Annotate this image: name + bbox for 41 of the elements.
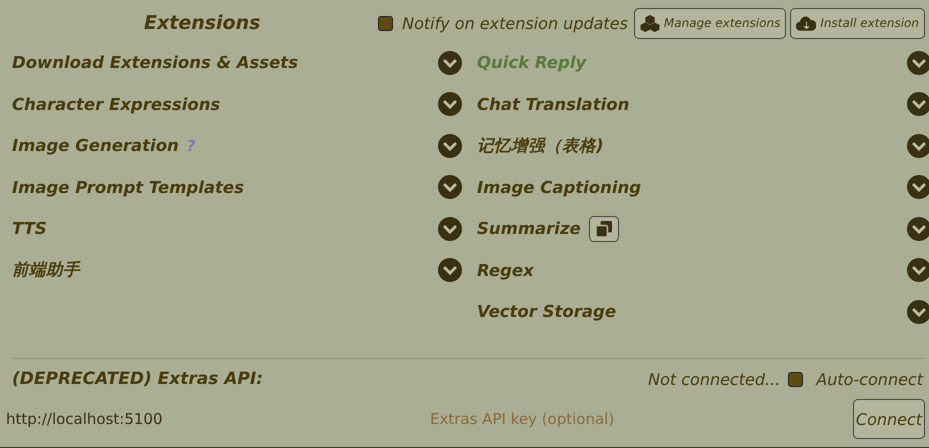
chevron-icon[interactable] xyxy=(438,50,462,75)
extension-title[interactable]: Image Captioning xyxy=(477,178,642,197)
extension-title[interactable]: Vector Storage xyxy=(477,302,616,322)
notify-label: Notify on extension updates xyxy=(402,14,628,32)
auto-connect-label: Auto-connect xyxy=(816,370,923,388)
chevron-icon[interactable] xyxy=(438,92,462,116)
connect-button[interactable]: Connect xyxy=(853,399,925,439)
panel-title: Extensions xyxy=(144,12,260,34)
chevron-icon[interactable] xyxy=(907,216,929,241)
install-extension-button[interactable]: Install extension xyxy=(790,8,925,38)
extension-title[interactable]: TTS xyxy=(12,219,47,238)
cubes-icon xyxy=(640,14,660,32)
extension-title[interactable]: Chat Translation xyxy=(477,94,630,114)
manage-extensions-button[interactable]: Manage extensions xyxy=(634,8,786,38)
chevron-icon[interactable] xyxy=(907,175,929,200)
extension-title[interactable]: Image Prompt Templates xyxy=(12,178,244,197)
extension-title[interactable]: Image Generation xyxy=(12,136,179,156)
url-field[interactable]: http://localhost:5100 xyxy=(6,403,428,435)
extension-title[interactable]: Character Expressions xyxy=(12,94,220,114)
extension-title[interactable]: Regex xyxy=(477,260,534,280)
chevron-icon[interactable] xyxy=(438,134,462,158)
extras-title: (DEPRECATED) Extras API: xyxy=(12,369,264,389)
checkbox[interactable] xyxy=(378,16,394,30)
windows-icon xyxy=(596,220,612,237)
chevron-icon[interactable] xyxy=(907,134,929,158)
extension-title[interactable]: Summarize xyxy=(477,219,581,238)
extension-title[interactable]: Download Extensions & Assets xyxy=(12,53,298,72)
chevron-icon[interactable] xyxy=(438,258,462,282)
chevron-icon[interactable] xyxy=(438,216,462,241)
extension-title[interactable]: 记忆增强（表格) xyxy=(477,134,604,157)
chevron-icon[interactable] xyxy=(907,300,929,324)
extension-title[interactable]: 前端助手 xyxy=(12,259,80,282)
chevron-icon[interactable] xyxy=(907,92,929,116)
checkbox[interactable] xyxy=(788,372,804,386)
chevron-icon[interactable] xyxy=(907,50,929,75)
chevron-icon[interactable] xyxy=(907,258,929,282)
chevron-icon[interactable] xyxy=(438,175,462,200)
connection-status: Not connected... xyxy=(648,370,780,388)
popout-button[interactable] xyxy=(588,216,619,242)
cloud-download-icon xyxy=(796,14,816,32)
api-key-field[interactable]: Extras API key (optional) xyxy=(428,403,853,435)
